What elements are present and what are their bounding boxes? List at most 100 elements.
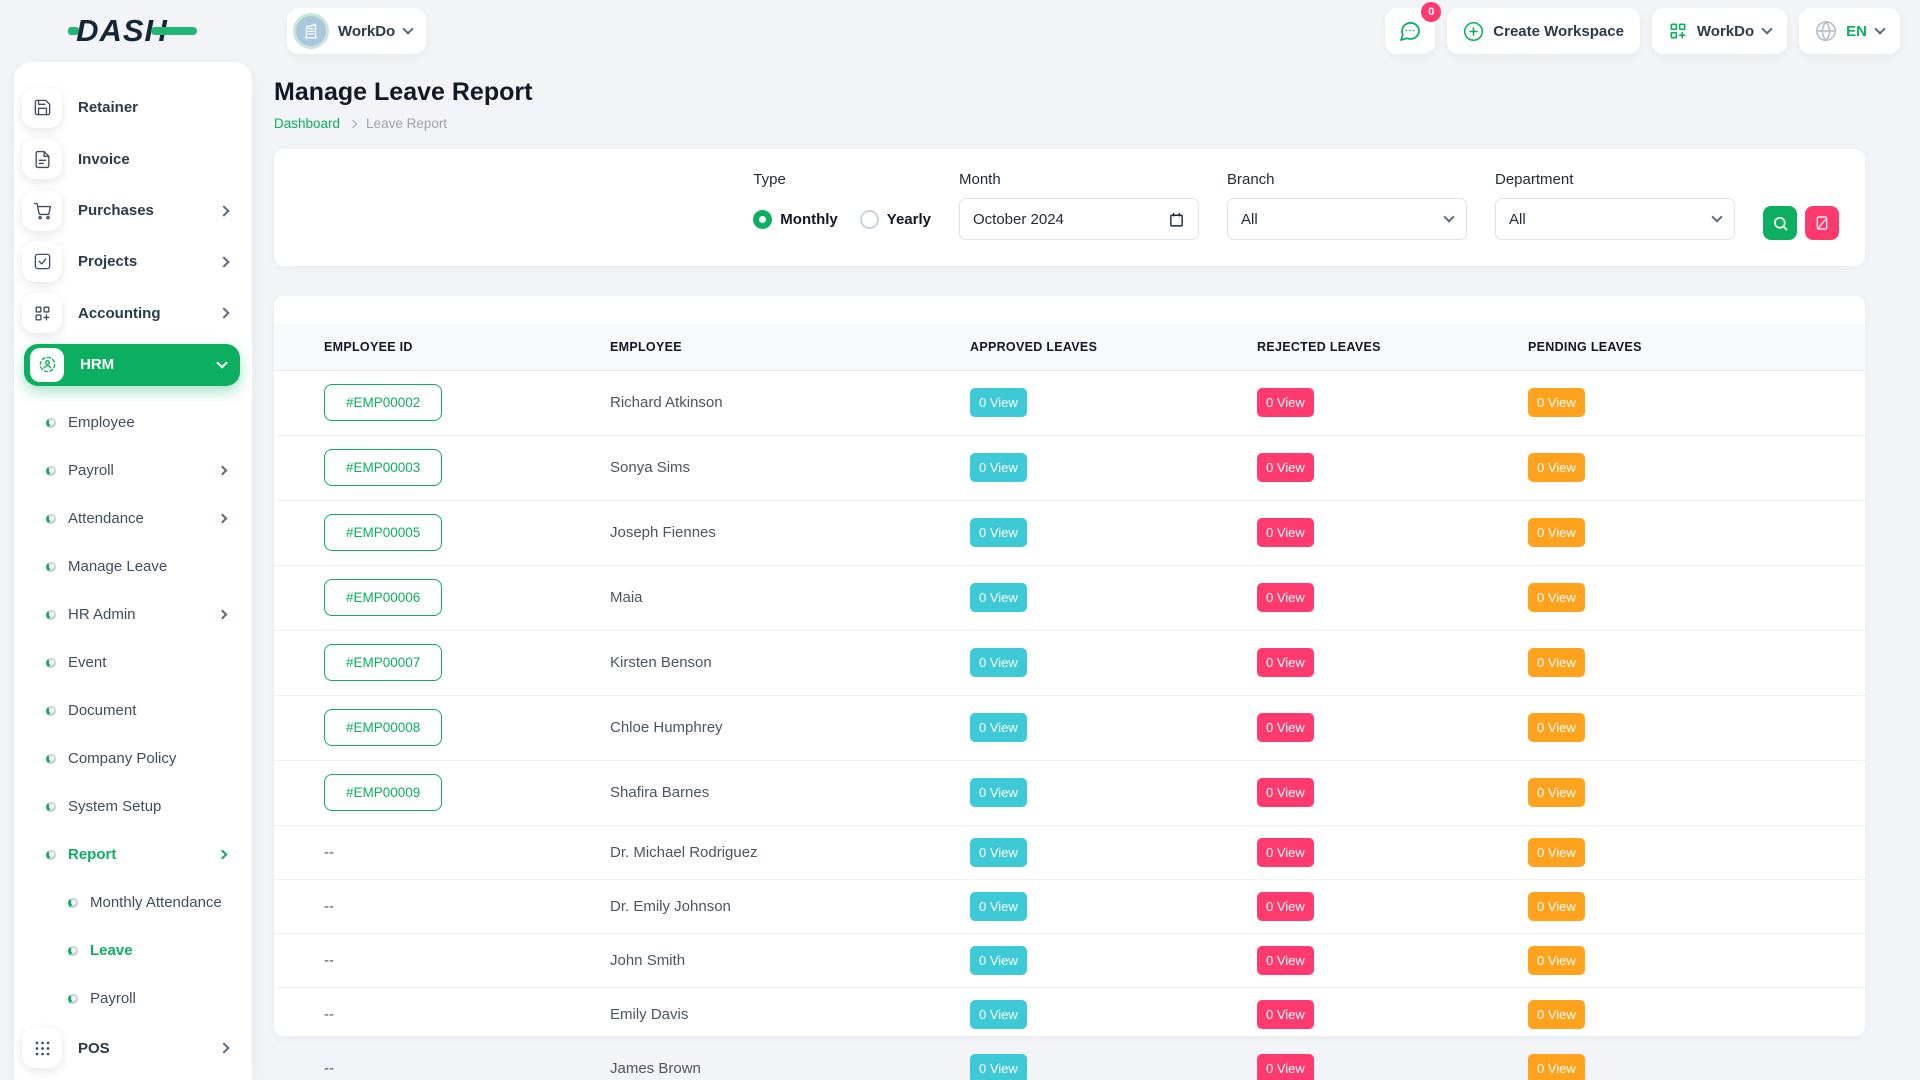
breadcrumb-dashboard-link[interactable]: Dashboard <box>274 116 340 131</box>
pending-leaves-badge[interactable]: 0 View <box>1528 946 1585 975</box>
sidebar-subitem-attendance[interactable]: Attendance <box>22 495 242 543</box>
rejected-leaves-badge[interactable]: 0 View <box>1257 946 1314 975</box>
messages-button[interactable]: 0 <box>1385 8 1435 54</box>
employee-name: Dr. Emily Johnson <box>610 898 731 915</box>
approved-leaves-badge[interactable]: 0 View <box>970 388 1027 417</box>
sidebar-subitem-payroll[interactable]: Payroll <box>22 975 242 1023</box>
table-row: -- John Smith 0 View 0 View 0 View <box>274 933 1865 987</box>
sidebar-item-label: Projects <box>78 253 137 270</box>
search-button[interactable] <box>1763 206 1797 240</box>
sidebar-subitem-event[interactable]: Event <box>22 639 242 687</box>
chevron-right-icon <box>218 308 229 319</box>
approved-leaves-badge[interactable]: 0 View <box>970 1000 1027 1029</box>
pending-leaves-badge[interactable]: 0 View <box>1528 388 1585 417</box>
rejected-leaves-badge[interactable]: 0 View <box>1257 518 1314 547</box>
approved-leaves-badge[interactable]: 0 View <box>970 1054 1027 1080</box>
reset-filter-button[interactable] <box>1805 206 1839 240</box>
branch-select[interactable]: All <box>1227 198 1467 240</box>
employee-id-badge[interactable]: #EMP00009 <box>324 774 442 811</box>
submenu-bullet-icon <box>46 802 56 812</box>
approved-leaves-badge[interactable]: 0 View <box>970 838 1027 867</box>
sidebar-subitem-system-setup[interactable]: System Setup <box>22 783 242 831</box>
pending-leaves-badge[interactable]: 0 View <box>1528 453 1585 482</box>
approved-leaves-badge[interactable]: 0 View <box>970 453 1027 482</box>
pending-leaves-badge[interactable]: 0 View <box>1528 892 1585 921</box>
sidebar-item-purchases[interactable]: Purchases <box>22 185 242 236</box>
hrm-icon <box>30 348 64 382</box>
rejected-leaves-badge[interactable]: 0 View <box>1257 1000 1314 1029</box>
month-input[interactable]: October 2024 <box>959 198 1199 240</box>
sidebar-subitem-monthly-attendance[interactable]: Monthly Attendance <box>22 879 242 927</box>
sidebar-item-projects[interactable]: Projects <box>22 236 242 287</box>
clear-filter-icon <box>1814 215 1830 231</box>
submenu-bullet-icon <box>68 946 78 956</box>
rejected-leaves-badge[interactable]: 0 View <box>1257 648 1314 677</box>
breadcrumb-current: Leave Report <box>366 116 447 131</box>
monthly-radio[interactable]: Monthly <box>753 210 838 229</box>
pending-leaves-badge[interactable]: 0 View <box>1528 1054 1585 1080</box>
topbar-actions: 0 Create Workspace WorkDo EN <box>1385 8 1920 54</box>
col-pending-leaves: PENDING LEAVES <box>1518 324 1865 370</box>
sidebar-subitem-label: Company Policy <box>68 750 176 767</box>
app-logo[interactable]: DASH <box>68 13 197 49</box>
chevron-right-icon <box>218 610 228 620</box>
sidebar-item-accounting[interactable]: Accounting <box>22 288 242 339</box>
chevron-down-icon <box>216 357 227 368</box>
sidebar-item-label: HRM <box>80 356 114 373</box>
sidebar-item-retainer[interactable]: Retainer <box>22 82 242 133</box>
approved-leaves-badge[interactable]: 0 View <box>970 778 1027 807</box>
sidebar-item-pos[interactable]: POS <box>22 1023 242 1074</box>
rejected-leaves-badge[interactable]: 0 View <box>1257 583 1314 612</box>
pending-leaves-badge[interactable]: 0 View <box>1528 648 1585 677</box>
pending-leaves-badge[interactable]: 0 View <box>1528 713 1585 742</box>
table-row: -- Dr. Emily Johnson 0 View 0 View 0 Vie… <box>274 879 1865 933</box>
sidebar-item-hrm[interactable]: HRM <box>24 344 240 386</box>
pending-leaves-badge[interactable]: 0 View <box>1528 1000 1585 1029</box>
employee-id-badge[interactable]: #EMP00006 <box>324 579 442 616</box>
workdo-menu-button[interactable]: WorkDo <box>1652 8 1787 54</box>
sidebar-subitem-manage-leave[interactable]: Manage Leave <box>22 543 242 591</box>
approved-leaves-badge[interactable]: 0 View <box>970 583 1027 612</box>
submenu-bullet-icon <box>46 610 56 620</box>
employee-id-badge[interactable]: #EMP00008 <box>324 709 442 746</box>
yearly-radio[interactable]: Yearly <box>860 210 931 229</box>
language-selector[interactable]: EN <box>1799 8 1900 54</box>
pending-leaves-badge[interactable]: 0 View <box>1528 778 1585 807</box>
pos-grid-icon <box>22 1028 62 1068</box>
table-row: -- Emily Davis 0 View 0 View 0 View <box>274 987 1865 1041</box>
sidebar-subitem-report[interactable]: Report <box>22 831 242 879</box>
rejected-leaves-badge[interactable]: 0 View <box>1257 713 1314 742</box>
approved-leaves-badge[interactable]: 0 View <box>970 946 1027 975</box>
employee-id-badge[interactable]: #EMP00007 <box>324 644 442 681</box>
pending-leaves-badge[interactable]: 0 View <box>1528 518 1585 547</box>
sidebar-subitem-company-policy[interactable]: Company Policy <box>22 735 242 783</box>
department-filter-group: Department All <box>1495 171 1735 240</box>
rejected-leaves-badge[interactable]: 0 View <box>1257 892 1314 921</box>
department-select[interactable]: All <box>1495 198 1735 240</box>
radio-selected-icon <box>753 210 772 229</box>
create-workspace-button[interactable]: Create Workspace <box>1447 8 1640 54</box>
pending-leaves-badge[interactable]: 0 View <box>1528 583 1585 612</box>
rejected-leaves-badge[interactable]: 0 View <box>1257 1054 1314 1080</box>
employee-id-badge[interactable]: #EMP00003 <box>324 449 442 486</box>
sidebar-subitem-payroll[interactable]: Payroll <box>22 447 242 495</box>
sidebar-subitem-label: System Setup <box>68 798 161 815</box>
workspace-selector[interactable]: WorkDo <box>287 8 426 54</box>
rejected-leaves-badge[interactable]: 0 View <box>1257 778 1314 807</box>
sidebar-subitem-leave[interactable]: Leave <box>22 927 242 975</box>
employee-id-badge[interactable]: #EMP00002 <box>324 384 442 421</box>
approved-leaves-badge[interactable]: 0 View <box>970 648 1027 677</box>
rejected-leaves-badge[interactable]: 0 View <box>1257 838 1314 867</box>
sidebar-subitem-employee[interactable]: Employee <box>22 399 242 447</box>
approved-leaves-badge[interactable]: 0 View <box>970 713 1027 742</box>
rejected-leaves-badge[interactable]: 0 View <box>1257 388 1314 417</box>
approved-leaves-badge[interactable]: 0 View <box>970 518 1027 547</box>
approved-leaves-badge[interactable]: 0 View <box>970 892 1027 921</box>
pending-leaves-badge[interactable]: 0 View <box>1528 838 1585 867</box>
rejected-leaves-badge[interactable]: 0 View <box>1257 453 1314 482</box>
employee-id-badge[interactable]: #EMP00005 <box>324 514 442 551</box>
sidebar-subitem-document[interactable]: Document <box>22 687 242 735</box>
sidebar-item-invoice[interactable]: Invoice <box>22 133 242 184</box>
table-row: #EMP00008 Chloe Humphrey 0 View 0 View 0… <box>274 695 1865 760</box>
sidebar-subitem-hr-admin[interactable]: HR Admin <box>22 591 242 639</box>
